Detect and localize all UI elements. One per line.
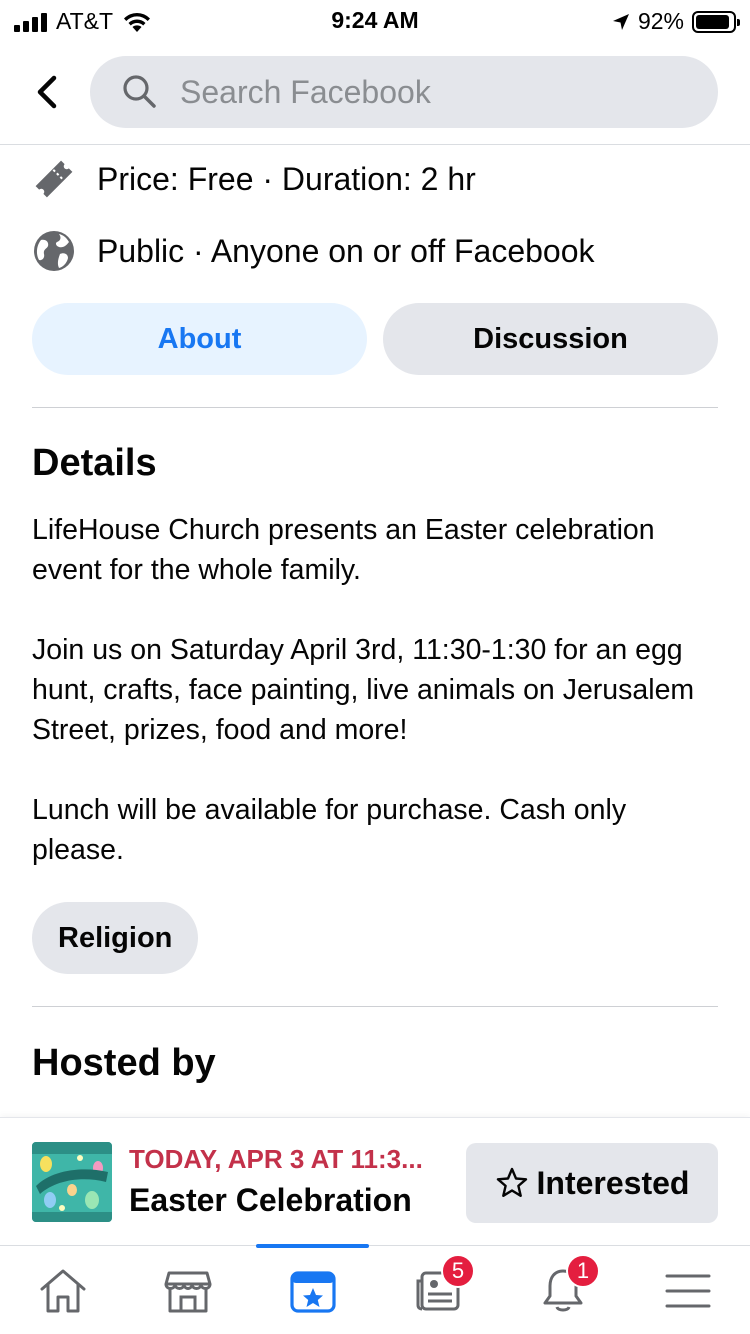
search-input[interactable] (180, 56, 680, 128)
events-icon (289, 1270, 336, 1313)
nav-news-feed[interactable]: 5 (375, 1246, 500, 1334)
privacy-row: Public · Anyone on or off Facebook (32, 229, 595, 273)
divider (32, 407, 718, 408)
location-arrow-icon (612, 13, 629, 30)
event-cover-image (32, 1142, 112, 1222)
details-heading: Details (32, 442, 157, 484)
nav-notifications[interactable]: 1 (500, 1246, 625, 1334)
nav-menu[interactable] (625, 1246, 750, 1334)
news-feed-badge: 5 (441, 1254, 475, 1288)
ticket-icon (35, 160, 73, 198)
tab-about[interactable]: About (32, 303, 367, 375)
tab-discussion[interactable]: Discussion (383, 303, 718, 375)
battery-percent: 92% (637, 8, 684, 34)
category-chip-religion[interactable]: Religion (32, 902, 199, 974)
hosted-by-heading: Hosted by (32, 1042, 216, 1084)
bottom-navigation: 5 1 (0, 1244, 750, 1334)
details-paragraph: Join us on Saturday April 3rd, 11:30-1:3… (32, 634, 695, 746)
event-summary-bar: TODAY, APR 3 AT 11:3... Easter Celebrati… (0, 1117, 750, 1245)
event-name: Easter Celebration (129, 1182, 412, 1218)
notifications-badge: 1 (566, 1254, 600, 1288)
interested-label: Interested (536, 1164, 690, 1201)
nav-marketplace[interactable] (125, 1246, 250, 1334)
divider (32, 1006, 718, 1007)
interested-button[interactable]: Interested (466, 1143, 718, 1223)
status-bar: AT&T 9:24 AM 92% (0, 0, 750, 40)
details-paragraph: LifeHouse Church presents an Easter cele… (32, 514, 655, 586)
globe-icon (34, 231, 74, 271)
event-cover-thumbnail[interactable] (32, 1142, 112, 1222)
back-button[interactable] (28, 70, 68, 114)
price-duration-row: Price: Free · Duration: 2 hr (32, 157, 476, 201)
battery-level (696, 14, 730, 29)
nav-home[interactable] (0, 1246, 125, 1334)
star-outline-icon (496, 1167, 527, 1197)
price-duration-text: Price: Free · Duration: 2 hr (97, 160, 476, 197)
nav-events[interactable] (250, 1246, 375, 1334)
privacy-text: Public · Anyone on or off Facebook (97, 232, 595, 269)
home-icon (40, 1269, 85, 1312)
marketplace-icon (164, 1271, 211, 1312)
search-icon (123, 75, 156, 108)
details-description: LifeHouse Church presents an Easter cele… (32, 510, 722, 910)
event-date: TODAY, APR 3 AT 11:3... (129, 1144, 423, 1174)
top-header (0, 40, 750, 145)
search-bar[interactable] (90, 56, 718, 128)
battery-icon (692, 10, 740, 33)
chevron-left-icon (37, 75, 57, 109)
details-paragraph: Lunch will be available for purchase. Ca… (32, 794, 627, 866)
menu-icon (665, 1274, 710, 1307)
